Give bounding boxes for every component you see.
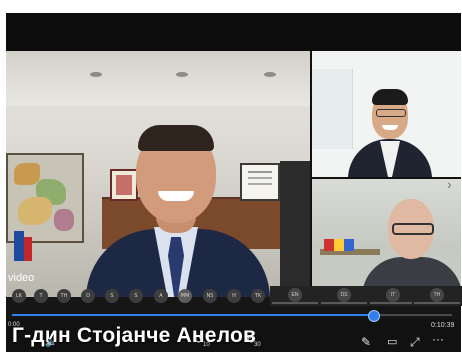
duration-time: 0:10:39 xyxy=(431,322,455,329)
participant-video-tile-1[interactable] xyxy=(312,51,461,177)
main-video-tile[interactable] xyxy=(6,51,310,297)
participant-avatar: EN xyxy=(288,288,302,302)
captions-icon[interactable]: ▭ xyxy=(387,336,397,348)
participant-avatar[interactable]: T xyxy=(34,289,48,303)
participant-avatar[interactable]: MM xyxy=(178,289,192,303)
participant-avatar: TH xyxy=(430,288,444,302)
participant-avatar[interactable]: NS xyxy=(203,289,217,303)
progress-handle[interactable] xyxy=(367,310,380,322)
participant-tag[interactable]: EN xyxy=(270,286,320,306)
participant-tag[interactable]: DS xyxy=(319,286,369,306)
more-icon[interactable]: ··· xyxy=(432,333,444,345)
fullscreen-icon[interactable]: ⤢ xyxy=(410,336,420,348)
participant-avatar: DS xyxy=(337,288,351,302)
participant-tag[interactable]: TH xyxy=(412,286,462,306)
participant-avatar[interactable]: TH xyxy=(57,289,71,303)
participant-avatar[interactable]: A xyxy=(154,289,168,303)
top-bar xyxy=(6,13,461,51)
participant-tag[interactable]: IT xyxy=(368,286,418,306)
skip-forward-label: 30 xyxy=(254,342,261,348)
participant-avatar[interactable]: S xyxy=(105,289,119,303)
source-label: video xyxy=(8,272,35,284)
pen-icon[interactable]: ✎ xyxy=(361,336,371,348)
speaker xyxy=(76,111,276,297)
skip-back-label: 10 xyxy=(203,342,210,348)
participant-avatar[interactable]: LK xyxy=(12,289,26,303)
progress-fill xyxy=(12,314,373,316)
participant-avatar: IT xyxy=(386,288,400,302)
participant-avatar[interactable]: H xyxy=(227,289,241,303)
participant-avatar[interactable]: TK xyxy=(251,289,265,303)
volume-icon[interactable]: 🔈 xyxy=(45,337,57,348)
participant-video-tile-2[interactable] xyxy=(312,179,461,297)
participant-avatar[interactable]: S xyxy=(129,289,143,303)
participant-avatar[interactable]: D xyxy=(81,289,95,303)
wall-map xyxy=(6,153,84,243)
chevron-right-icon[interactable]: › xyxy=(447,176,452,192)
